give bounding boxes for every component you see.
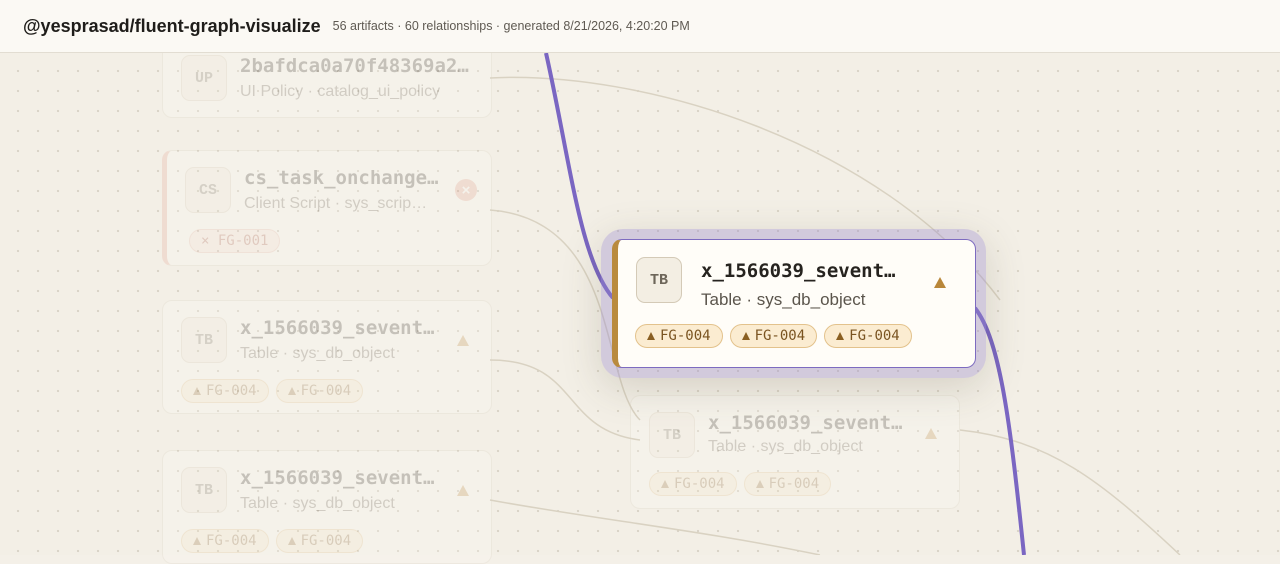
finding-chips: FG-004 FG-004: [649, 472, 832, 496]
finding-chips: FG-004 FG-004: [181, 379, 364, 403]
project-title: @yesprasad/fluent-graph-visualize: [23, 15, 321, 36]
warning-icon: [457, 335, 469, 346]
finding-chip[interactable]: FG-004: [275, 529, 364, 553]
warning-icon: [661, 480, 669, 488]
chip-label: FG-004: [206, 533, 257, 549]
warning-icon: [193, 537, 201, 545]
graph-node-focused[interactable]: TB x_1566039_sevent… Table · sys_db_obje…: [612, 239, 976, 368]
node-type-badge: TB: [649, 412, 695, 458]
warning-icon: [193, 387, 201, 395]
node-type-badge: TB: [181, 317, 227, 363]
node-name: x_1566039_sevent…: [701, 260, 896, 282]
node-subtitle: Table · sys_db_object: [240, 345, 395, 362]
finding-chip[interactable]: FG-004: [649, 472, 737, 496]
graph-node-client-script[interactable]: CS cs_task_onchange… Client Script · sys…: [162, 150, 492, 266]
node-type-badge: TB: [636, 257, 682, 303]
chip-label: FG-004: [674, 476, 725, 492]
warning-icon: [287, 537, 296, 545]
warning-icon: [741, 332, 750, 340]
node-subtitle: UI Policy · catalog_ui_policy: [240, 83, 441, 100]
warning-icon: [836, 332, 845, 340]
graph-node-table[interactable]: TB x_1566039_sevent… Table · sys_db_obje…: [162, 450, 492, 564]
warning-icon: [934, 277, 946, 288]
finding-chips: FG-004 FG-004: [181, 529, 364, 553]
node-type-badge: CS: [185, 167, 231, 213]
graph-node-table[interactable]: TB x_1566039_sevent… Table · sys_db_obje…: [162, 300, 492, 414]
finding-chips: FG-004 FG-004 FG-004: [635, 324, 912, 348]
node-name: x_1566039_sevent…: [240, 317, 435, 339]
chip-label: FG-004: [660, 328, 711, 344]
graph-node-table[interactable]: TB x_1566039_sevent… Table · sys_db_obje…: [630, 395, 960, 509]
finding-chip[interactable]: FG-004: [275, 379, 364, 403]
finding-chip[interactable]: FG-004: [729, 324, 818, 348]
node-name: x_1566039_sevent…: [240, 467, 435, 489]
top-bar: @yesprasad/fluent-graph-visualize 56 art…: [0, 0, 1280, 53]
finding-chip[interactable]: × FG-001: [189, 229, 281, 253]
node-name: cs_task_onchange…: [244, 167, 439, 189]
finding-chip[interactable]: FG-004: [743, 472, 832, 496]
warning-icon: [457, 485, 469, 496]
chip-label: FG-004: [849, 328, 900, 344]
node-name: x_1566039_sevent…: [708, 412, 903, 434]
warning-icon: [287, 387, 296, 395]
node-name: 2bafdca0a70f48369a2…: [240, 55, 469, 77]
chip-label: FG-004: [754, 328, 806, 344]
node-subtitle: Table · sys_db_object: [708, 438, 863, 455]
chip-label: FG-004: [206, 383, 257, 399]
warning-icon: [647, 332, 655, 340]
graph-stats: 56 artifacts · 60 relationships · genera…: [332, 19, 690, 33]
warning-icon: [755, 480, 764, 488]
chip-label: FG-004: [300, 533, 352, 549]
finding-chip[interactable]: FG-004: [181, 529, 269, 553]
node-type-badge: UP: [181, 55, 227, 101]
warning-icon: [925, 428, 937, 439]
finding-chip[interactable]: FG-004: [181, 379, 269, 403]
finding-chip[interactable]: FG-004: [824, 324, 912, 348]
finding-chip[interactable]: FG-004: [635, 324, 723, 348]
chip-label: FG-004: [300, 383, 352, 399]
node-subtitle: Table · sys_db_object: [701, 290, 866, 309]
node-subtitle: Client Script · sys_scrip…: [244, 195, 428, 212]
node-subtitle: Table · sys_db_object: [240, 495, 395, 512]
close-icon: ×: [455, 179, 477, 201]
node-type-badge: TB: [181, 467, 227, 513]
finding-chips: × FG-001: [189, 229, 281, 253]
chip-label: FG-004: [768, 476, 820, 492]
